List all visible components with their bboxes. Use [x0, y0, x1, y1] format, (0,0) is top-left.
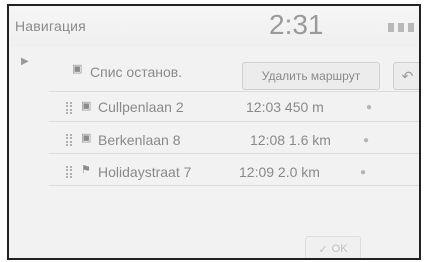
waypoint-flag-icon: ▣: [81, 132, 92, 144]
stop-eta-distance: 12:03 450 m: [246, 99, 324, 115]
status-icons: [388, 23, 414, 32]
drag-handle-icon[interactable]: [66, 134, 72, 146]
top-bar: Навигация 2:31: [9, 6, 419, 47]
stop-name: Holidaystraat 7: [98, 164, 192, 180]
info-icon[interactable]: ●: [360, 167, 366, 178]
stop-eta-distance: 12:08 1.6 km: [250, 132, 331, 148]
drag-handle-icon[interactable]: [66, 166, 72, 178]
stop-eta-distance: 12:09 2.0 km: [239, 164, 320, 180]
ok-label: OK: [331, 243, 348, 255]
battery-icon: [398, 23, 404, 32]
drag-handle-icon[interactable]: [66, 102, 72, 114]
info-icon[interactable]: ●: [363, 135, 369, 146]
clock: 2:31: [269, 9, 324, 40]
stop-name: Berkenlaan 8: [98, 132, 181, 148]
row-divider: [49, 153, 419, 154]
signal-icon: [388, 23, 394, 32]
row-divider: [49, 185, 419, 186]
ok-button[interactable]: ✓ OK: [305, 236, 361, 258]
bluetooth-icon: [408, 23, 414, 32]
stop-name: Cullpenlaan 2: [98, 99, 184, 115]
info-icon[interactable]: ●: [366, 102, 372, 113]
row-divider: [49, 121, 419, 122]
app-title: Навигация: [15, 18, 86, 34]
route-header-row: [9, 62, 419, 92]
destination-flag-icon: ⚑: [81, 164, 91, 176]
ok-check-icon: ✓: [318, 243, 328, 256]
waypoint-flag-icon: ▣: [81, 100, 92, 112]
screen-frame: Навигация 2:31 ▶ ▣ Спис останов. Удалить…: [7, 4, 421, 260]
